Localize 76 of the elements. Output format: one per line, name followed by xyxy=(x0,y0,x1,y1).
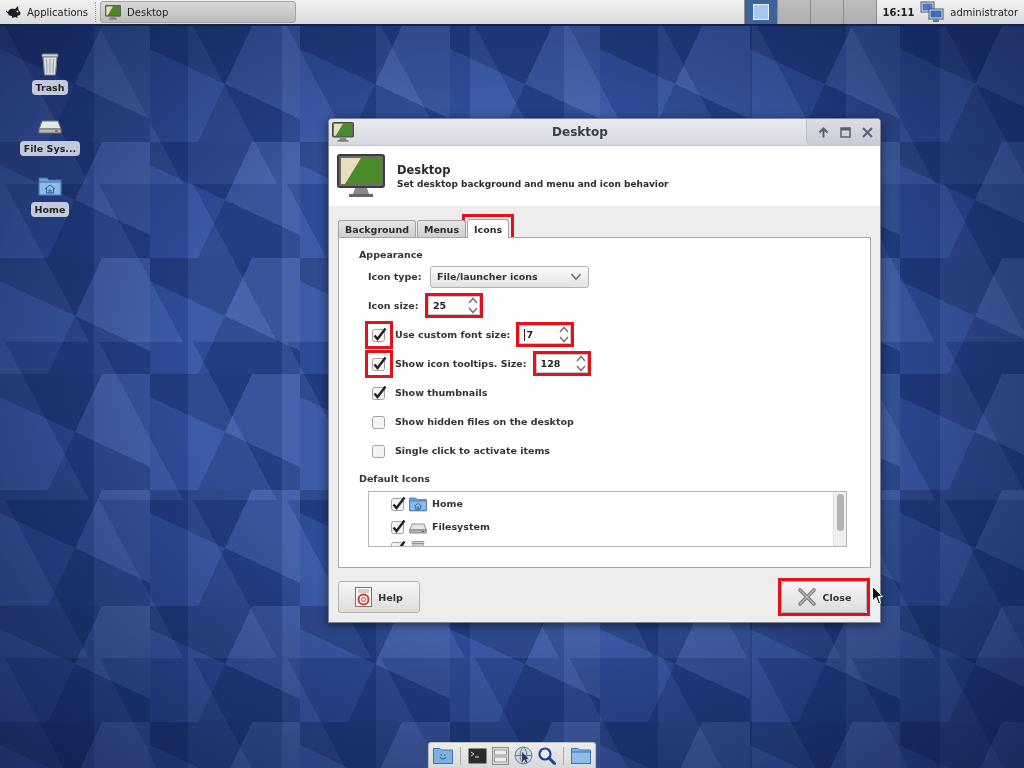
arrow-up-icon xyxy=(817,126,829,138)
tab[interactable]: Icons xyxy=(467,219,510,238)
spin-value: 7 xyxy=(526,329,534,340)
clock: 16:11 xyxy=(881,6,916,18)
spin-value: 128 xyxy=(540,358,561,369)
tab[interactable]: Background xyxy=(338,220,416,237)
checkbox[interactable] xyxy=(371,442,387,459)
checkbox[interactable] xyxy=(371,355,387,372)
applications-menu-button[interactable]: Applications xyxy=(0,0,93,24)
help-button[interactable]: Help xyxy=(338,581,420,613)
desktop-icon-label[interactable]: Home xyxy=(30,202,70,217)
checkbox-label: Show thumbnails xyxy=(395,387,488,398)
desktop-icon-label[interactable]: File Sys... xyxy=(19,141,81,156)
mouse-logo-icon xyxy=(6,5,22,19)
spin-value: 25 xyxy=(433,300,447,311)
spin-field[interactable]: 128 xyxy=(535,354,588,373)
list-item-label[interactable]: Filesystem xyxy=(432,521,490,532)
dock-launcher[interactable] xyxy=(468,747,487,764)
window-title: Desktop xyxy=(551,125,609,139)
monitor-icon xyxy=(332,122,354,142)
folder-icon xyxy=(571,747,591,764)
checkbox-label: Show icon tooltips. Size: xyxy=(395,358,527,369)
dock-launcher[interactable] xyxy=(538,746,556,765)
close-dialog-button[interactable]: Close xyxy=(781,581,867,613)
taskbar-button[interactable]: Desktop xyxy=(100,1,297,23)
chevron-down-icon[interactable] xyxy=(570,272,582,281)
chevron-up-icon[interactable] xyxy=(575,355,586,362)
home-folder-icon xyxy=(38,174,62,198)
checkbox[interactable] xyxy=(371,384,387,401)
close-icon xyxy=(796,587,817,607)
list-item-label[interactable]: Home xyxy=(432,498,463,509)
user-name: administrator xyxy=(949,6,1019,18)
header-subtitle: Set desktop background and menu and icon behavior xyxy=(397,179,669,189)
chevron-up-icon[interactable] xyxy=(468,297,478,304)
section-heading: Default Icons xyxy=(359,473,431,485)
file-cabinet-icon xyxy=(492,746,509,765)
chevron-down-icon[interactable] xyxy=(468,307,478,314)
tab[interactable]: Menus xyxy=(416,220,467,237)
icon-type-dropdown[interactable]: File/launcher icons xyxy=(430,265,589,288)
spin-field[interactable]: 25 xyxy=(428,296,480,315)
computers-icon xyxy=(920,1,945,23)
checkbox[interactable] xyxy=(371,413,387,430)
chevron-down-icon[interactable] xyxy=(575,365,586,372)
globe-icon xyxy=(514,746,533,765)
checkbox[interactable] xyxy=(371,326,387,343)
field-label: Icon type: xyxy=(368,271,423,282)
checkbox[interactable] xyxy=(390,495,406,512)
checkbox-label: Show hidden files on the desktop xyxy=(395,416,574,427)
checkbox-label: Single click to activate items xyxy=(395,445,550,456)
search-icon xyxy=(538,746,556,765)
home-folder-icon xyxy=(409,494,427,513)
help-icon xyxy=(355,587,373,607)
desktop-icon-label[interactable]: Trash xyxy=(31,80,69,95)
checkbox[interactable] xyxy=(390,518,406,535)
field-label: Icon size: xyxy=(368,300,420,311)
monitor-icon xyxy=(337,154,385,198)
scrollbar-thumb[interactable] xyxy=(836,494,844,531)
header-title: Desktop xyxy=(397,163,452,177)
section-heading: Appearance xyxy=(359,249,424,261)
taskbar-label: Desktop xyxy=(127,6,169,18)
chevron-up-icon[interactable] xyxy=(559,326,570,333)
folder-icon xyxy=(433,747,453,764)
workspace-button[interactable] xyxy=(744,0,778,24)
dropdown-value: File/launcher icons xyxy=(437,271,538,282)
close-icon xyxy=(861,126,873,138)
chevron-down-icon[interactable] xyxy=(559,336,570,343)
applications-label: Applications xyxy=(27,6,89,18)
mouse-pointer-icon xyxy=(872,586,883,605)
spin-field[interactable]: 7 xyxy=(519,325,572,344)
trash-can-icon xyxy=(38,52,62,76)
checkbox[interactable] xyxy=(390,540,406,546)
dock-launcher[interactable] xyxy=(514,746,533,765)
checkbox-label: Use custom font size: xyxy=(395,329,511,340)
maximize-icon xyxy=(839,126,851,138)
terminal-icon xyxy=(468,747,487,764)
monitor-icon xyxy=(105,4,122,20)
